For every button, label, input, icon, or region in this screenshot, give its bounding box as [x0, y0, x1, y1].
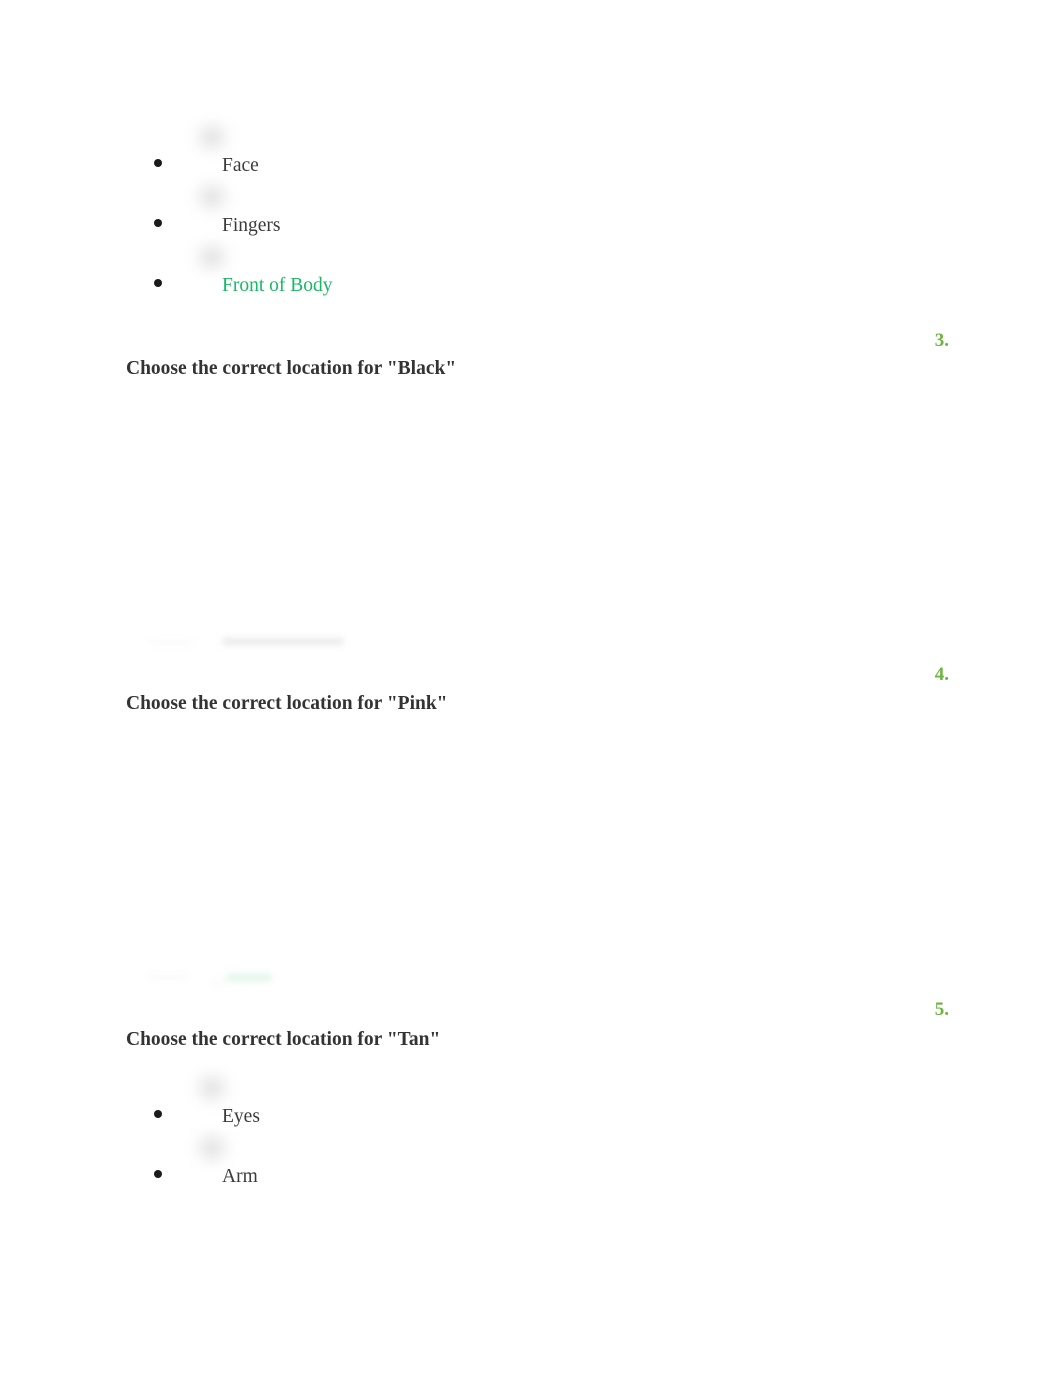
quiz-document-page: Face Fingers Front of Body 3. Choose the… — [0, 0, 1062, 1377]
answer-row[interactable]: Arm — [126, 1167, 258, 1187]
page-title: Choose the correct location for "Pink" — [126, 693, 448, 714]
answer-area-question-3[interactable] — [126, 396, 946, 652]
page-title: Choose the correct location for "Tan" — [126, 1029, 441, 1050]
broken-image-icon — [188, 1129, 236, 1171]
answer-label-selected: Front of Body — [222, 275, 333, 296]
broken-image-icon — [188, 1069, 236, 1111]
question-number: 4. — [934, 664, 949, 685]
answer-label: Face — [222, 155, 259, 176]
answer-label: Eyes — [222, 1106, 260, 1127]
answer-row[interactable]: Front of Body — [126, 276, 333, 296]
answer-row[interactable]: Face — [126, 156, 259, 176]
broken-image-icon — [188, 118, 236, 160]
bullet-icon — [154, 219, 162, 227]
bullet-icon — [154, 1170, 162, 1178]
blur-trace — [210, 981, 228, 985]
broken-image-icon — [188, 178, 236, 220]
blur-trace — [226, 974, 272, 981]
answer-label: Fingers — [222, 215, 281, 236]
answer-label: Arm — [222, 1166, 258, 1187]
bullet-icon — [154, 1110, 162, 1118]
blur-trace — [148, 640, 194, 644]
bullet-icon — [154, 159, 162, 167]
question-number: 3. — [934, 330, 949, 351]
answer-area-question-4[interactable] — [126, 731, 946, 987]
answer-row[interactable]: Fingers — [126, 216, 281, 236]
blur-trace — [222, 638, 344, 645]
page-title: Choose the correct location for "Black" — [126, 358, 457, 379]
broken-image-icon — [188, 238, 236, 280]
answer-row[interactable]: Eyes — [126, 1107, 260, 1127]
question-number: 5. — [934, 999, 949, 1020]
bullet-icon — [154, 279, 162, 287]
blur-trace — [148, 975, 188, 979]
